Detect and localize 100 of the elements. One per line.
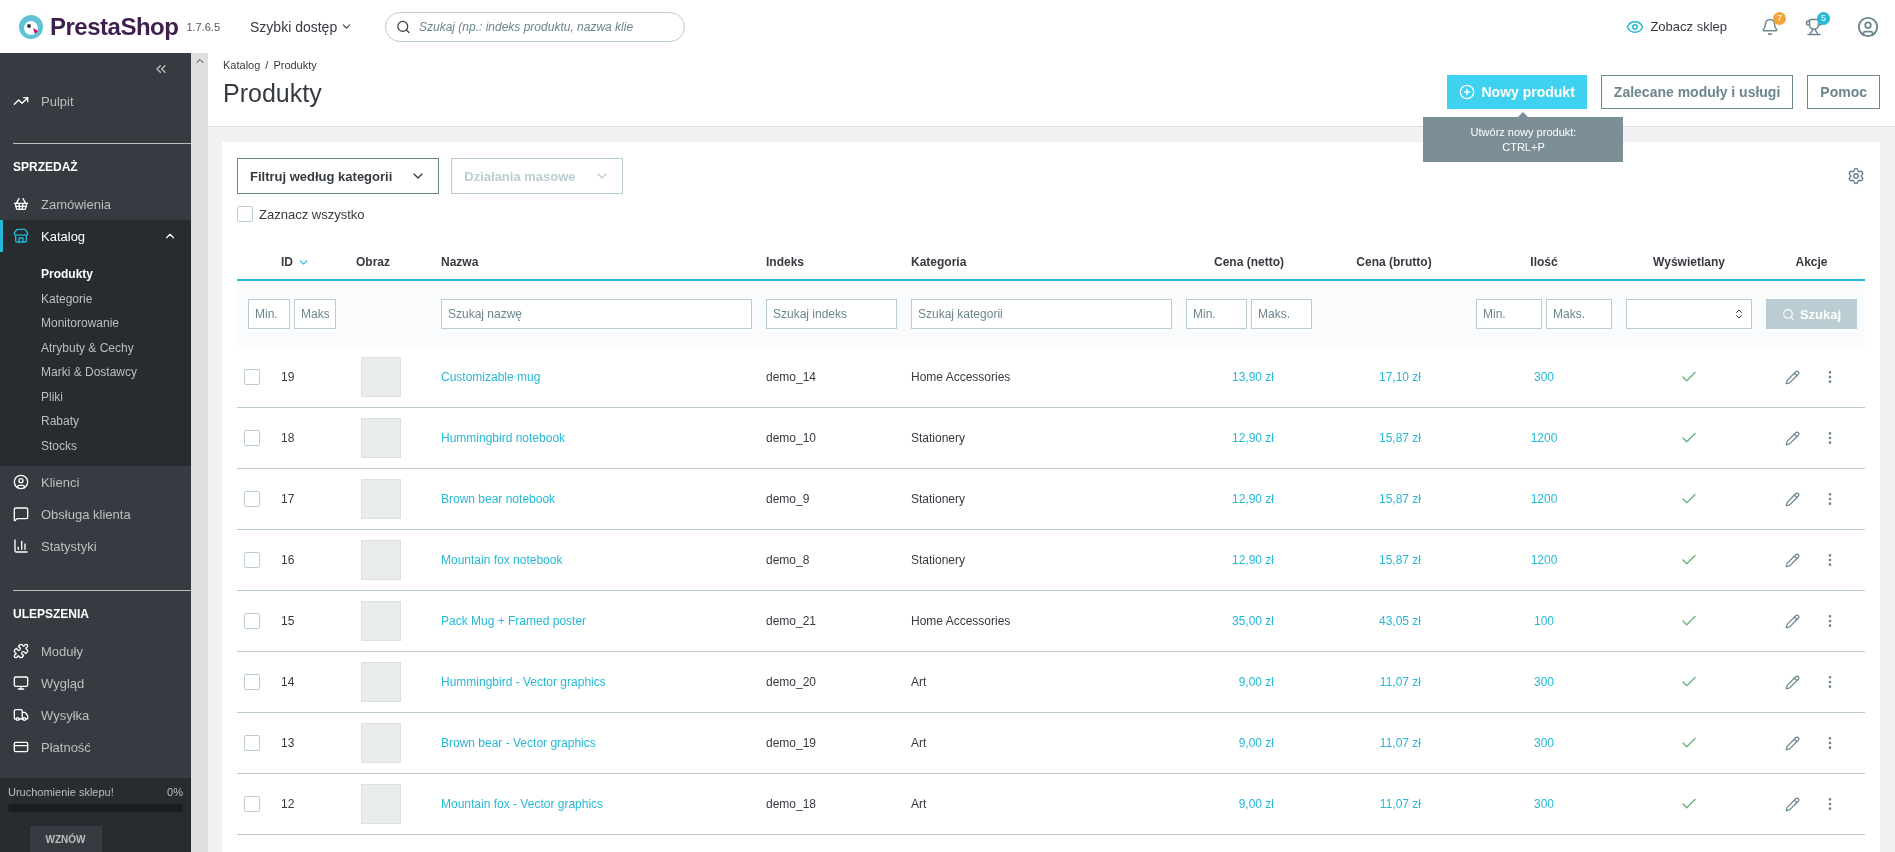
product-link[interactable]: Hummingbird notebook — [441, 431, 566, 445]
price-link[interactable]: 9,00 zł — [1238, 797, 1274, 811]
column-header[interactable]: Ilość — [1530, 255, 1558, 269]
product-link[interactable]: Customizable mug — [441, 370, 541, 384]
price-link[interactable]: 15,87 zł — [1378, 492, 1421, 506]
breadcrumb-item[interactable]: Produkty — [273, 59, 317, 71]
quick-access-menu[interactable]: Szybki dostęp — [244, 17, 360, 36]
select-field[interactable] — [1626, 299, 1752, 329]
sidebar-item[interactable]: Wygląd — [0, 667, 191, 699]
sidebar-item[interactable]: Moduły — [0, 635, 191, 667]
submenu-item[interactable]: Marki & Dostawcy — [0, 360, 191, 385]
product-link[interactable]: Brown bear - Vector graphics — [441, 736, 596, 750]
product-link[interactable]: Hummingbird - Vector graphics — [441, 675, 606, 689]
filter-input[interactable]: Maks — [294, 299, 336, 329]
scrollbar[interactable] — [191, 53, 208, 852]
product-link[interactable]: Mountain fox - Vector graphics — [441, 797, 604, 811]
filter-input[interactable]: Szukaj kategorii — [911, 299, 1172, 329]
row-checkbox[interactable] — [244, 430, 260, 446]
price-link[interactable]: 11,07 zł — [1379, 797, 1421, 811]
view-shop-link[interactable]: Zobacz sklep — [1626, 17, 1727, 36]
row-checkbox[interactable] — [244, 735, 260, 751]
bell-icon[interactable] — [1761, 17, 1779, 36]
filter-input[interactable]: Szukaj indeks — [766, 299, 897, 329]
product-link[interactable]: Mountain fox notebook — [441, 553, 563, 567]
filter-input[interactable]: Maks. — [1251, 299, 1312, 329]
quantity-link[interactable]: 1200 — [1530, 492, 1558, 506]
sidebar-item[interactable]: Płatność — [0, 731, 191, 763]
toolbar-button[interactable]: Pomoc — [1807, 75, 1880, 109]
resume-button[interactable]: WZNÓW — [29, 826, 102, 852]
product-link[interactable]: Pack Mug + Framed poster — [441, 614, 587, 628]
quantity-link[interactable]: 100 — [1534, 614, 1554, 628]
select-all-checkbox[interactable] — [237, 206, 253, 222]
quantity-link[interactable]: 300 — [1534, 675, 1554, 689]
filter-input[interactable]: Szukaj nazwę — [441, 299, 752, 329]
filter-input[interactable]: Maks. — [1546, 299, 1612, 329]
column-header[interactable]: Akcje — [1795, 255, 1828, 269]
edit-icon[interactable] — [1785, 735, 1800, 751]
price-link[interactable]: 11,07 zł — [1379, 675, 1421, 689]
table-cell: 13 — [281, 736, 295, 750]
edit-icon[interactable] — [1785, 430, 1800, 446]
row-checkbox[interactable] — [244, 491, 260, 507]
price-link[interactable]: 9,00 zł — [1238, 675, 1274, 689]
edit-icon[interactable] — [1785, 613, 1800, 629]
filter-input[interactable]: Min. — [1476, 299, 1542, 329]
submenu-item[interactable]: Kategorie — [0, 286, 191, 311]
price-link[interactable]: 43,05 zł — [1378, 614, 1421, 628]
row-checkbox[interactable] — [244, 674, 260, 690]
sidebar-item[interactable]: Zamówienia — [0, 188, 191, 220]
row-checkbox[interactable] — [244, 369, 260, 385]
filter-input[interactable]: Min. — [1186, 299, 1247, 329]
sidebar-item[interactable]: Pulpit — [0, 85, 191, 117]
price-link[interactable]: 11,07 zł — [1379, 736, 1421, 750]
column-header[interactable]: Cena (netto) — [1214, 255, 1284, 269]
quantity-link[interactable]: 1200 — [1530, 431, 1558, 445]
price-link[interactable]: 15,87 zł — [1378, 431, 1421, 445]
edit-icon[interactable] — [1785, 552, 1800, 568]
quantity-link[interactable]: 300 — [1534, 736, 1554, 750]
sidebar-item[interactable]: Statystyki — [0, 530, 191, 562]
price-link[interactable]: 12,90 zł — [1231, 492, 1274, 506]
price-link[interactable]: 17,10 zł — [1378, 370, 1421, 384]
submenu-item[interactable]: Pliki — [0, 384, 191, 409]
price-link[interactable]: 15,87 zł — [1378, 553, 1421, 567]
price-link[interactable]: 9,00 zł — [1238, 736, 1274, 750]
quantity-link[interactable]: 300 — [1534, 797, 1554, 811]
submenu-item[interactable]: Atrybuty & Cechy — [0, 335, 191, 360]
row-checkbox[interactable] — [244, 552, 260, 568]
edit-icon[interactable] — [1785, 796, 1800, 812]
column-header[interactable]: ID — [281, 255, 293, 269]
edit-icon[interactable] — [1785, 369, 1800, 385]
user-avatar-icon[interactable] — [1857, 15, 1879, 38]
settings-icon[interactable] — [1847, 167, 1865, 185]
column-header[interactable]: Nazwa — [441, 255, 479, 269]
edit-icon[interactable] — [1785, 491, 1800, 507]
submenu-item[interactable]: Monitorowanie — [0, 311, 191, 336]
quantity-link[interactable]: 300 — [1534, 370, 1554, 384]
price-link[interactable]: 12,90 zł — [1231, 553, 1274, 567]
price-link[interactable]: 12,90 zł — [1231, 431, 1274, 445]
sidebar-item[interactable]: Katalog — [0, 220, 191, 252]
product-link[interactable]: Brown bear notebook — [441, 492, 556, 506]
column-header[interactable]: Indeks — [766, 255, 804, 269]
submenu-item[interactable]: Rabaty — [0, 409, 191, 434]
dropdown-button[interactable]: Filtruj według kategorii — [237, 158, 440, 194]
price-link[interactable]: 13,90 zł — [1231, 370, 1274, 384]
submenu-item[interactable]: Produkty — [0, 262, 191, 287]
row-checkbox[interactable] — [244, 796, 260, 812]
edit-icon[interactable] — [1785, 674, 1800, 690]
column-header[interactable]: Kategoria — [911, 255, 967, 269]
breadcrumb-item[interactable]: Katalog — [223, 59, 261, 71]
row-checkbox[interactable] — [244, 613, 260, 629]
toolbar-button[interactable]: Zalecane moduły i usługi — [1600, 75, 1794, 109]
column-header[interactable]: Wyświetlany — [1653, 255, 1725, 269]
sidebar-item[interactable]: Obsługa klienta — [0, 498, 191, 530]
sidebar-item[interactable]: Wysyłka — [0, 699, 191, 731]
column-header[interactable]: Cena (brutto) — [1356, 255, 1432, 269]
price-link[interactable]: 35,00 zł — [1231, 614, 1274, 628]
sidebar-item[interactable]: Klienci — [0, 466, 191, 498]
column-header[interactable]: Obraz — [356, 255, 390, 269]
submenu-item[interactable]: Stocks — [0, 433, 191, 458]
filter-input[interactable]: Min. — [248, 299, 290, 329]
quantity-link[interactable]: 1200 — [1530, 553, 1558, 567]
